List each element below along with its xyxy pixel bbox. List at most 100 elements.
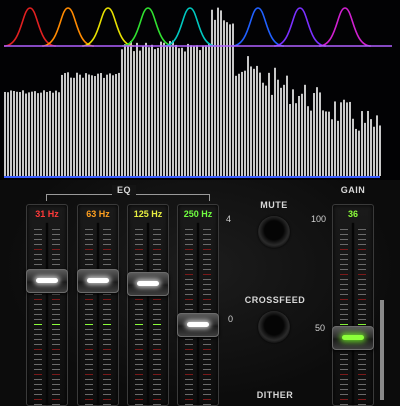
eq-band-250hz[interactable]: 250 Hz [177,204,219,406]
spectrum-bar [301,93,303,176]
fader-scale [31,223,63,405]
spectrum-bar [223,20,225,177]
spectrum-bar [304,84,306,176]
spectrum-bar [370,119,372,176]
spectrum-bar [208,43,210,176]
spectrum-bar [334,101,336,176]
spectrum-bar [130,40,132,176]
spectrum-bar [106,74,108,176]
spectrum-bar [337,120,339,176]
spectrum-bar [286,75,288,176]
spectrum-bar [67,72,69,176]
band-label: 250 Hz [183,209,213,219]
gain-scale-mid: 50 [315,323,326,333]
spectrum-bar [235,75,237,176]
spectrum-canvas [3,7,392,178]
spectrum-bar [202,45,204,176]
eq-curve [41,7,95,47]
spectrum-bar [184,51,186,176]
gain-fader[interactable]: 36 [332,204,374,406]
eq-title: EQ [112,185,136,195]
spectrum-bar [316,87,318,176]
spectrum-bar [361,111,363,176]
band-label: 63 Hz [86,209,110,219]
spectrum-bar [313,93,315,176]
spectrum-bar [175,44,177,176]
eq-31hz-fader-knob[interactable] [26,269,68,294]
spectrum-bar [226,22,228,176]
spectrum-bar [292,89,294,176]
spectrum-bar [79,74,81,176]
eq-curve [231,7,285,47]
spectrum-bar [163,42,165,177]
mute-button[interactable] [258,216,290,248]
crossfeed-button[interactable] [258,311,290,343]
spectrum-bar [373,126,375,176]
spectrum-bar [52,92,54,176]
eq-band-63hz[interactable]: 63 Hz [77,204,119,406]
spectrum-bar [307,106,309,176]
spectrum-bar [70,77,72,176]
eq-250hz-fader-knob[interactable] [177,313,219,338]
spectrum-bar [115,73,117,176]
spectrum-bar [289,104,291,176]
gain-fader-knob[interactable] [332,326,374,351]
eq-63hz-fader-knob[interactable] [77,269,119,294]
spectrum-bar [178,48,180,176]
spectrum-bar [211,9,213,177]
fader-scale [82,223,114,405]
spectrum-bar [277,79,279,176]
eq-curve [163,7,217,47]
dither-label: DITHER [256,390,294,400]
spectrum-bar [358,130,360,176]
spectrum-bar [160,41,162,177]
spectrum-baseline [4,176,380,178]
spectrum-bar [58,92,60,176]
spectrum-bar [253,68,255,176]
spectrum-bar [310,110,312,176]
spectrum-bar [10,90,12,176]
spectrum-bar [262,82,264,176]
spectrum-bar [151,44,153,177]
spectrum-bar [271,94,273,176]
spectrum-bar [331,119,333,176]
spectrum-bar [118,72,120,176]
eq-bracket [46,194,210,201]
spectrum-visualizer [0,0,400,180]
spectrum-bar [112,75,114,176]
spectrum-bar [172,40,174,177]
spectrum-bar [280,87,282,176]
spectrum-bar [355,128,357,176]
gain-title: GAIN [340,185,366,195]
fader-scale [337,223,369,405]
spectrum-bar [88,74,90,176]
spectrum-bar [205,45,207,176]
eq-125hz-fader-knob[interactable] [127,272,169,297]
eq-band-31hz[interactable]: 31 Hz [26,204,68,406]
eq-curve [273,7,327,47]
eq-band-125hz[interactable]: 125 Hz [127,204,169,406]
mute-label: MUTE [260,200,288,210]
spectrum-bar [169,41,171,177]
spectrum-bar [298,95,300,176]
spectrum-bar [22,90,24,176]
spectrum-bar [136,42,138,176]
eq-curve [3,7,57,47]
spectrum-bar [55,90,57,176]
gain-value: 36 [347,209,358,219]
spectrum-bar [193,45,195,177]
spectrum-bar [343,99,345,176]
spectrum-bar [121,49,123,177]
spectrum-bar [181,47,183,176]
spectrum-bar [322,110,324,176]
band-label: 31 Hz [35,209,59,219]
spectrum-bar [328,111,330,176]
spectrum-bar [157,47,159,177]
spectrum-bar [19,92,21,176]
spectrum-bar [37,93,39,176]
spectrum-bar [61,74,63,176]
spectrum-bar [103,77,105,176]
spectrum-bar [346,102,348,176]
spectrum-bar [7,92,9,176]
spectrum-bar [340,102,342,176]
